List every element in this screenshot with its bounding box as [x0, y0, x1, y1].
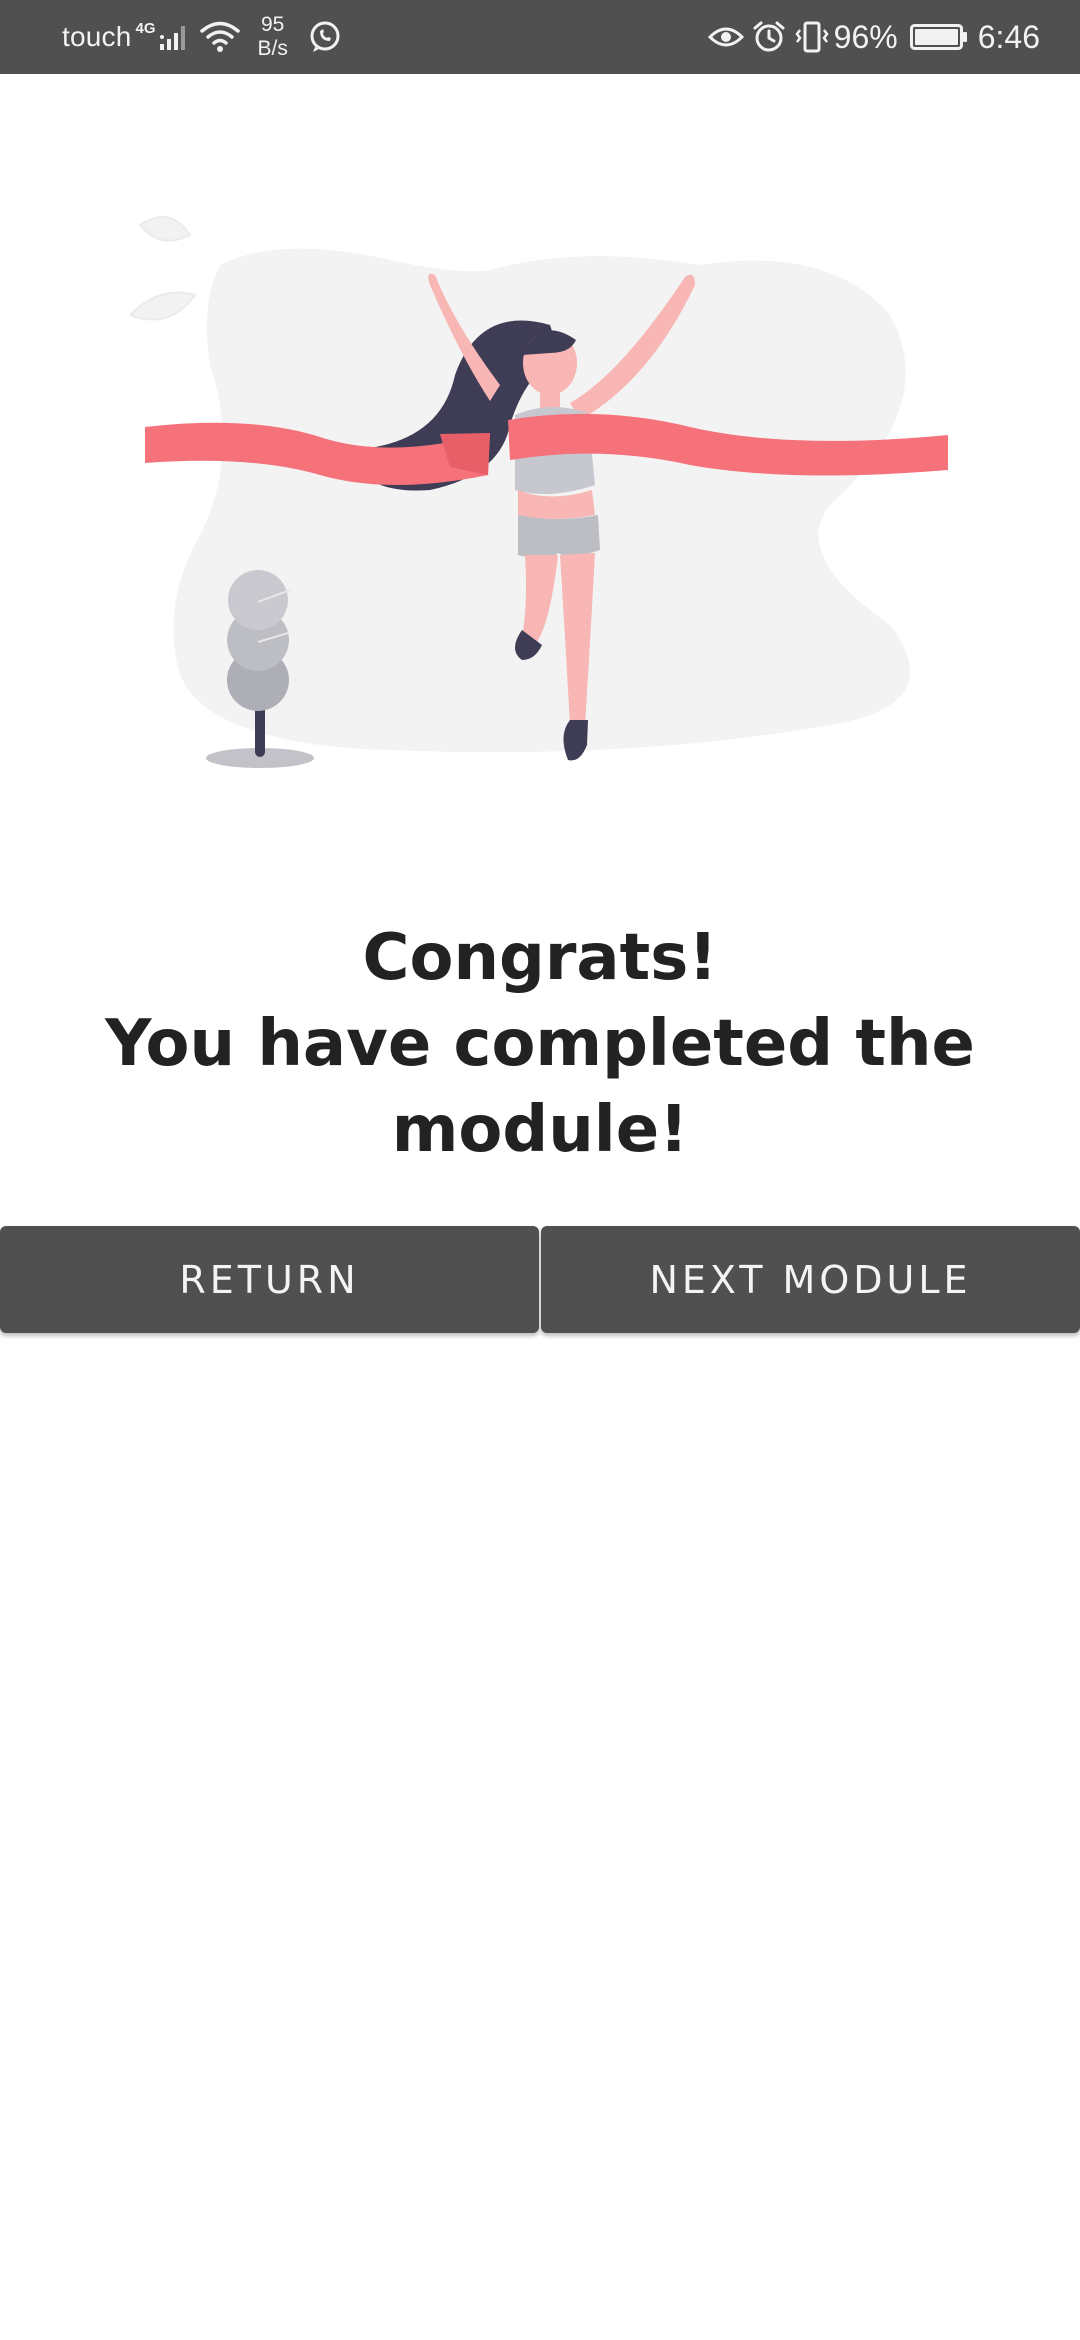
alarm-icon: [752, 20, 786, 54]
return-button[interactable]: RETURN: [0, 1226, 539, 1333]
status-bar-left: touch 4G 95 B/s: [62, 0, 342, 74]
network-type: 4G: [135, 19, 156, 37]
status-bar-right: 96% 6:46: [707, 0, 1040, 74]
wifi-icon: [199, 20, 240, 54]
completion-line: You have completed the: [105, 1007, 975, 1081]
clock: 6:46: [977, 18, 1040, 55]
battery-icon: [909, 22, 968, 52]
speed-value: 95: [261, 13, 285, 36]
leaves-icon: [128, 216, 197, 321]
congrats-heading: Congrats!: [362, 921, 718, 995]
action-buttons: RETURN NEXT MODULE: [0, 1226, 1080, 1333]
carrier-name: touch: [62, 21, 132, 52]
battery-percent: 96%: [833, 18, 898, 55]
vibrate-icon: [794, 20, 830, 54]
signal-icon: [158, 22, 188, 52]
speed-unit: B/s: [257, 37, 288, 60]
finish-line-illustration: [128, 205, 960, 775]
status-bar: touch 4G 95 B/s 96% 6:46: [0, 0, 1080, 74]
whatsapp-icon: [308, 20, 342, 54]
completion-line-end: module!: [391, 1093, 689, 1167]
network-speed: 95 B/s: [258, 13, 288, 61]
next-module-button[interactable]: NEXT MODULE: [541, 1226, 1080, 1333]
completion-message: Congrats! You have completed the module!: [0, 915, 1080, 1173]
eye-icon: [707, 23, 744, 51]
